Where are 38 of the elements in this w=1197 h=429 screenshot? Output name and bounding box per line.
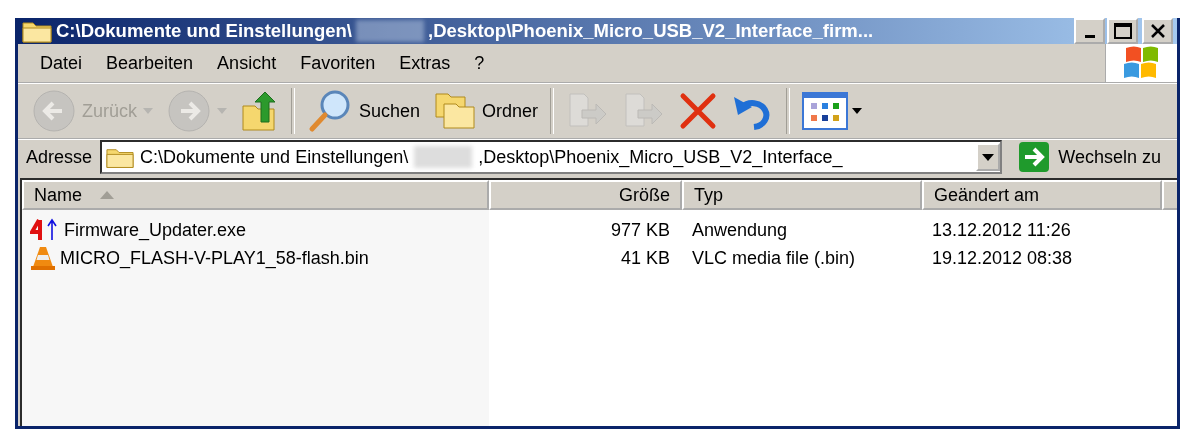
dropdown-button[interactable] [976, 143, 1001, 171]
go-button[interactable]: Wechseln zu [1010, 141, 1169, 173]
menu-item[interactable]: Extras [387, 52, 463, 74]
close-icon [1149, 24, 1166, 38]
window-title: ,Desktop\Phoenix_Micro_USB_V2_Interface_firm... [428, 20, 874, 42]
caret-icon [143, 108, 153, 114]
address-field[interactable]: C:\Dokumente und Einstellungen\ ,Desktop\Phoenix_Micro_USB_V2_Interface_ [100, 140, 1003, 174]
folder-icon [22, 19, 52, 43]
address-label: Adresse [26, 146, 93, 168]
folders-button[interactable]: Ordner [428, 88, 545, 134]
maximize-icon [1113, 23, 1132, 39]
menu-item[interactable]: Favoriten [288, 52, 388, 74]
caret-icon [852, 108, 863, 114]
column-header[interactable]: Geändert am [922, 180, 1162, 210]
maximize-button[interactable] [1107, 18, 1138, 44]
caret-icon [982, 153, 995, 161]
column-header[interactable]: Größe [489, 180, 682, 210]
application-icon [30, 218, 60, 242]
column-header[interactable]: Name [22, 180, 489, 210]
views-icon [802, 92, 849, 130]
search-button[interactable]: Suchen [301, 84, 427, 138]
sort-arrow-icon [100, 191, 114, 199]
menu-item[interactable]: ? [462, 52, 497, 74]
caret-icon [217, 108, 227, 114]
blurred-area [356, 20, 424, 42]
table-cell[interactable]: MICRO_FLASH-V-PLAY1_58-flash.bin [22, 244, 489, 272]
close-button[interactable] [1142, 18, 1173, 44]
traffic-cone-icon [30, 245, 56, 271]
menu-item[interactable]: Datei [28, 52, 95, 74]
table-cell[interactable]: Firmware_Updater.exe [22, 210, 489, 244]
folders-icon [434, 92, 477, 130]
window-title: C:\Dokumente und Einstellungen\ [56, 20, 352, 42]
minimize-button[interactable] [1074, 18, 1105, 44]
blurred-area [414, 146, 473, 168]
menu-item[interactable]: Bearbeiten [94, 52, 206, 74]
column-header[interactable]: Typ [682, 180, 922, 210]
menu-item[interactable]: Ansicht [205, 52, 289, 74]
minimize-icon [1084, 34, 1095, 38]
